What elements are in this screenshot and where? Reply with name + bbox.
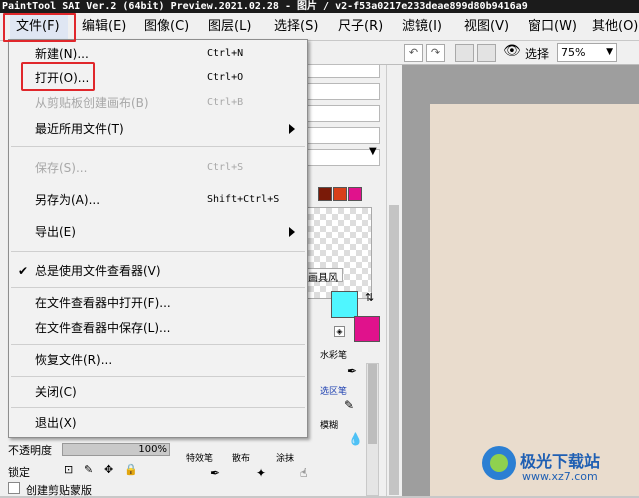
zoom-select[interactable]: 75% ▼ — [557, 43, 617, 62]
tool-smudge[interactable]: 涂抹 — [276, 454, 294, 465]
menu-item-recover[interactable]: 恢复文件(R)... — [9, 346, 307, 374]
toolbar-button-1[interactable] — [455, 44, 474, 62]
menu-bar: 文件(F) 编辑(E) 图像(C) 图层(L) 选择(S) 尺子(R) 滤镜(I… — [0, 13, 639, 41]
eye-icon[interactable]: 👁 — [503, 43, 521, 59]
menu-select[interactable]: 选择(S) — [274, 13, 318, 41]
panel-scrollbar[interactable] — [386, 65, 402, 496]
swatch-dark-red[interactable] — [318, 187, 332, 201]
opacity-slider[interactable]: 100% — [62, 443, 170, 456]
lock-label: 锁定 — [8, 466, 30, 479]
opacity-label: 不透明度 — [8, 444, 52, 457]
watermark-url: www.xz7.com — [522, 470, 598, 483]
menu-separator — [11, 407, 305, 408]
tool-blur[interactable]: 模糊 — [320, 421, 338, 432]
checkmark-icon: ✔ — [18, 264, 29, 278]
nav-field-2[interactable] — [307, 83, 380, 100]
submenu-arrow-icon — [289, 124, 295, 134]
special-icon: ✒ — [210, 466, 221, 480]
transparent-color-icon[interactable]: ◈ — [334, 326, 345, 337]
swatch-orange[interactable] — [333, 187, 347, 201]
menu-item-export[interactable]: 导出(E) — [9, 218, 307, 246]
menu-window[interactable]: 窗口(W) — [528, 13, 577, 41]
lock-move-icon[interactable]: ✥ — [104, 463, 113, 476]
menu-separator — [11, 251, 305, 252]
nav-field-3[interactable] — [307, 105, 380, 122]
tab-brush[interactable]: 画具风 — [303, 268, 343, 284]
select-brush-icon: ✎ — [344, 398, 355, 412]
menu-ruler[interactable]: 尺子(R) — [338, 13, 383, 41]
lock-transparency-icon[interactable]: ⊡ — [64, 463, 73, 476]
menu-other[interactable]: 其他(O) — [592, 13, 638, 41]
primary-color[interactable] — [331, 291, 358, 318]
menu-item-open-in-viewer[interactable]: 在文件查看器中打开(F)... — [9, 289, 307, 317]
redo-button[interactable]: ↷ — [426, 44, 445, 62]
color-history-grid[interactable] — [307, 207, 372, 299]
window-title: PaintTool SAI Ver.2 (64bit) Preview.2021… — [0, 0, 639, 13]
smudge-icon: ☝ — [300, 466, 308, 480]
scatter-icon: ✦ — [256, 466, 267, 480]
menu-item-recent-files[interactable]: 最近所用文件(T) — [9, 115, 307, 143]
tool-scatter[interactable]: 散布 — [232, 454, 250, 465]
menu-item-save-in-viewer[interactable]: 在文件查看器中保存(L)... — [9, 314, 307, 342]
swatch-dropdown-icon[interactable]: ▼ — [369, 146, 377, 157]
menu-separator — [11, 376, 305, 377]
menu-item-new-from-clipboard[interactable]: 从剪贴板创建画布(B) Ctrl+B — [9, 89, 307, 117]
secondary-color[interactable] — [354, 316, 380, 342]
canvas-toolbar: ↶ ↷ 👁 选择 75% ▼ — [303, 41, 639, 65]
menu-item-save-as[interactable]: 另存为(A)... Shift+Ctrl+S — [9, 186, 307, 214]
menu-filter[interactable]: 滤镜(I) — [402, 13, 442, 41]
swatch-magenta[interactable] — [348, 187, 362, 201]
clipping-mask-checkbox[interactable] — [8, 482, 20, 494]
menu-separator — [11, 287, 305, 288]
menu-item-close[interactable]: 关闭(C) — [9, 378, 307, 406]
menu-item-always-use-viewer[interactable]: ✔ 总是使用文件查看器(V) — [9, 257, 307, 285]
menu-separator — [11, 344, 305, 345]
highlight-file-menu — [3, 13, 76, 42]
zoom-value: 75% — [561, 46, 586, 59]
menu-item-exit[interactable]: 退出(X) — [9, 409, 307, 437]
blur-icon: 💧 — [348, 432, 363, 446]
menu-layer[interactable]: 图层(L) — [208, 13, 251, 41]
menu-edit[interactable]: 编辑(E) — [82, 13, 126, 41]
undo-button[interactable]: ↶ — [404, 44, 423, 62]
tool-watercolor[interactable]: 水彩笔 — [320, 351, 347, 362]
nav-field-4[interactable] — [307, 127, 380, 144]
tool-scrollbar-thumb[interactable] — [368, 364, 377, 444]
selection-toggle-label[interactable]: 选择 — [525, 45, 549, 62]
tool-scrollbar[interactable] — [366, 363, 379, 496]
panel-scrollbar-thumb[interactable] — [389, 205, 399, 495]
lock-all-icon[interactable]: 🔒 — [124, 463, 138, 476]
chevron-down-icon: ▼ — [606, 47, 613, 57]
menu-view[interactable]: 视图(V) — [464, 13, 509, 41]
menu-separator — [11, 146, 305, 147]
highlight-open-item — [21, 62, 95, 91]
watercolor-icon: ✒ — [347, 364, 358, 378]
lock-paint-icon[interactable]: ✎ — [84, 463, 93, 476]
submenu-arrow-icon — [289, 227, 295, 237]
canvas[interactable] — [430, 104, 639, 496]
watermark-logo-icon — [482, 446, 516, 480]
watermark-text: 极光下载站 — [520, 452, 601, 471]
file-menu-dropdown: 新建(N)... Ctrl+N 打开(O)... Ctrl+O 从剪贴板创建画布… — [8, 39, 308, 438]
tool-select-brush[interactable]: 选区笔 — [320, 387, 347, 398]
menu-image[interactable]: 图像(C) — [144, 13, 189, 41]
tool-special[interactable]: 特效笔 — [186, 454, 213, 465]
toolbar-button-2[interactable] — [477, 44, 496, 62]
menu-item-save[interactable]: 保存(S)... Ctrl+S — [9, 154, 307, 182]
swap-colors-icon[interactable]: ⇅ — [365, 291, 374, 304]
